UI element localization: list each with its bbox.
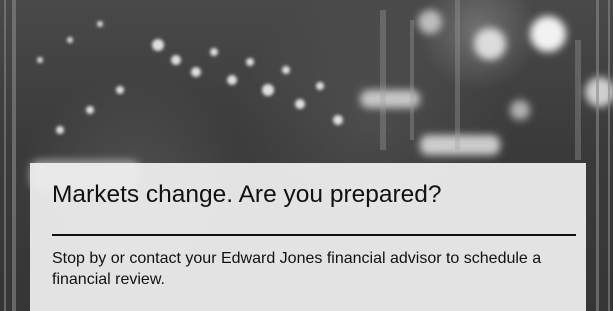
message-panel: Markets change. Are you prepared? Stop b… <box>30 163 586 311</box>
body-copy: Stop by or contact your Edward Jones fin… <box>52 250 542 288</box>
divider-rule <box>52 234 576 236</box>
market-ad-banner: Markets change. Are you prepared? Stop b… <box>0 0 613 311</box>
headline: Markets change. Are you prepared? <box>52 181 442 208</box>
